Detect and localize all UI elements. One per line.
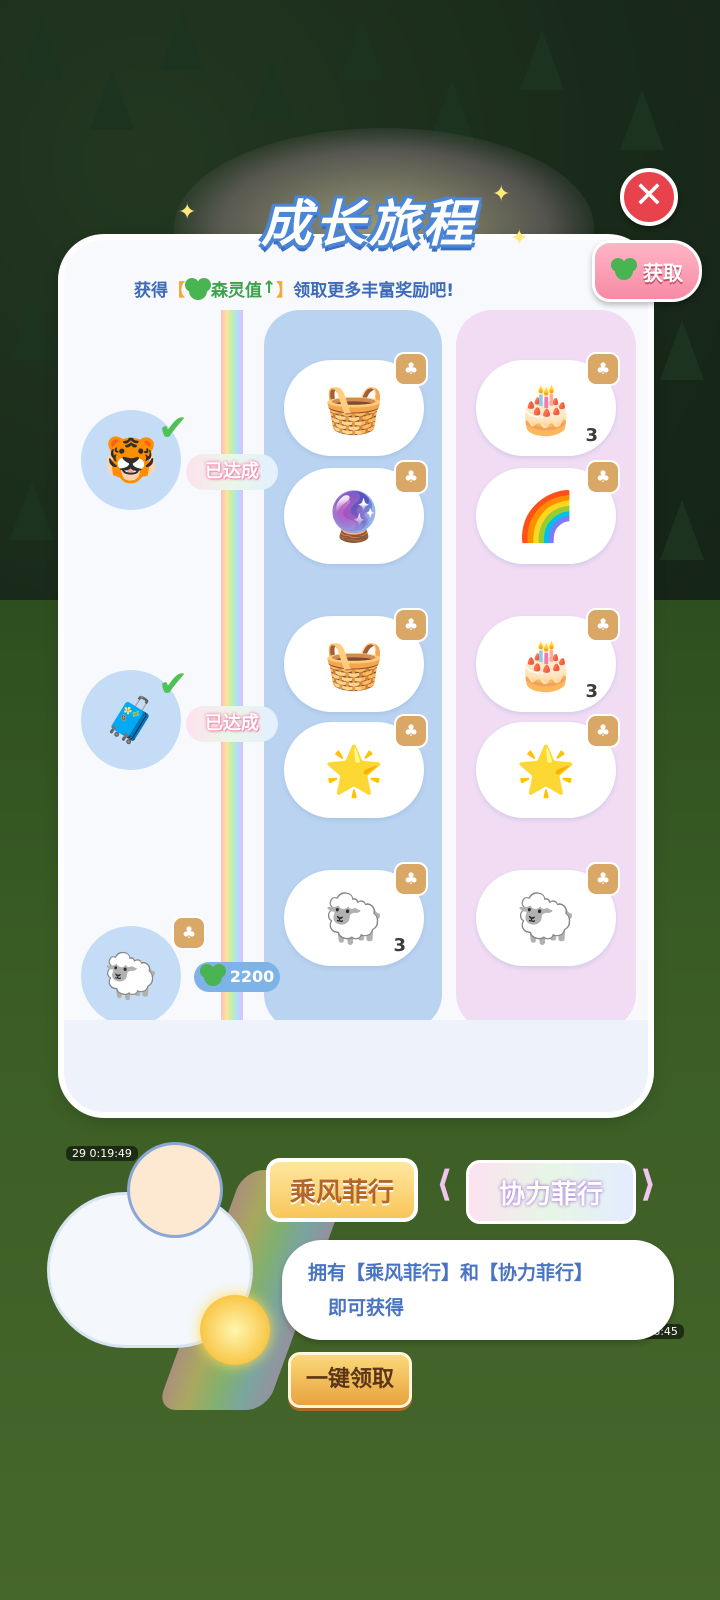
status-badge: 已达成: [186, 706, 278, 742]
character-head: [130, 1145, 220, 1235]
sparkle-icon: ✦: [178, 200, 197, 225]
star-orb-icon: 🌟: [324, 742, 384, 799]
info-suffix: 领取更多丰富奖励吧!: [293, 280, 455, 301]
lock-icon: ♣: [586, 460, 620, 494]
arrow-up-icon: ↑: [262, 278, 277, 298]
wind-pass-label: 乘风菲行: [289, 1177, 394, 1208]
lock-icon: ♣: [394, 460, 428, 494]
coop-pass-button[interactable]: 协力菲行: [466, 1160, 636, 1224]
stage-avatar: 🐑: [81, 926, 181, 1026]
rainbow-icon: 🌈: [516, 488, 576, 545]
lock-icon: ♣: [394, 862, 428, 896]
info-bar: 获得 【 森灵值 ↑ 】 领取更多丰富奖励吧!: [134, 268, 596, 308]
basket-icon: 🧺: [324, 380, 384, 437]
wing-icon: ⟩: [640, 1164, 657, 1205]
reward-slot[interactable]: 🐑 3 ♣: [284, 862, 428, 966]
reward-slot[interactable]: 🌟 ♣: [476, 714, 620, 818]
reward-slot[interactable]: 🐑 ♣: [476, 862, 620, 966]
reward-quantity: 3: [585, 681, 598, 702]
reward-slot[interactable]: 🎂 3 ♣: [476, 352, 620, 456]
lock-icon: ♣: [172, 916, 206, 950]
cake-icon: 🎂: [516, 636, 576, 693]
speech-line: 即可获得: [328, 1297, 405, 1319]
club-icon: [615, 262, 633, 280]
lock-icon: ♣: [394, 352, 428, 386]
close-button[interactable]: ✕: [620, 168, 678, 226]
currency-name: 森灵值: [211, 280, 262, 301]
suitcase-icon: 🧳: [103, 695, 159, 746]
lock-icon: ♣: [394, 714, 428, 748]
check-icon: ✔: [158, 408, 189, 449]
reward-slot[interactable]: 🧺 ♣: [284, 608, 428, 712]
wind-pass-button[interactable]: 乘风菲行: [266, 1158, 418, 1222]
sparkle-icon: ✦: [492, 182, 511, 207]
lock-icon: ♣: [586, 608, 620, 642]
lock-icon: ♣: [586, 714, 620, 748]
orb-icon: 🔮: [324, 488, 384, 545]
basket-icon: 🧺: [324, 636, 384, 693]
star-orb-icon: 🌟: [516, 742, 576, 799]
character-illustration: [20, 1135, 280, 1435]
sparkle-icon: ✦: [510, 226, 529, 251]
club-icon: [203, 968, 222, 986]
sheep-icon: 🐑: [103, 951, 159, 1002]
close-icon: ✕: [633, 175, 665, 216]
growth-journey-modal: 成长旅程 ✦ ✦ ✦ 获得 【 森灵值 ↑ 】 领取更多丰富奖励吧! 🐯 ✔ 已…: [64, 182, 702, 1112]
reward-quantity: 3: [585, 425, 598, 446]
requirement-badge: 2200: [194, 962, 280, 992]
wing-icon: ⟨: [436, 1164, 453, 1205]
cake-icon: 🎂: [516, 380, 576, 437]
get-currency-button[interactable]: 获取: [592, 240, 702, 302]
lock-icon: ♣: [394, 608, 428, 642]
sheep-icon: 🐑: [324, 890, 384, 947]
check-icon: ✔: [158, 664, 189, 705]
progress-rainbow: [221, 310, 243, 1030]
sheep-icon: 🐑: [516, 890, 576, 947]
info-bracket: 】: [276, 280, 294, 301]
status-badge: 已达成: [186, 454, 278, 490]
reward-slot[interactable]: 🌟 ♣: [284, 714, 428, 818]
reward-slot[interactable]: 🌈 ♣: [476, 460, 620, 564]
lock-icon: ♣: [586, 862, 620, 896]
modal-title: 成长旅程: [261, 195, 477, 253]
info-bracket: 【: [168, 280, 185, 301]
reward-slot[interactable]: 🧺 ♣: [284, 352, 428, 456]
reward-slot[interactable]: 🎂 3 ♣: [476, 608, 620, 712]
tiger-icon: 🐯: [103, 435, 159, 486]
speech-bubble: 拥有【乘风菲行】和【协力菲行】 即可获得: [282, 1240, 674, 1340]
reward-quantity: 3: [393, 935, 406, 956]
requirement-value: 2200: [229, 967, 275, 986]
club-icon: [189, 282, 207, 300]
claim-all-button[interactable]: 一键领取: [288, 1352, 412, 1408]
coop-pass-label: 协力菲行: [498, 1179, 603, 1210]
cloud-decoration: [64, 1020, 648, 1112]
speech-line: 拥有【乘风菲行】和【协力菲行】: [308, 1262, 594, 1284]
lock-icon: ♣: [586, 352, 620, 386]
reward-slot[interactable]: 🔮 ♣: [284, 460, 428, 564]
get-button-label: 获取: [643, 260, 683, 285]
star-orb-icon: [200, 1295, 270, 1365]
reward-track[interactable]: 🐯 ✔ 已达成 🧳 ✔ 已达成 🐑 ♣ 2200 🧺 ♣ 🔮 ♣ 🎂 3 ♣ 🌈…: [76, 310, 636, 1030]
info-prefix: 获得: [134, 280, 168, 301]
